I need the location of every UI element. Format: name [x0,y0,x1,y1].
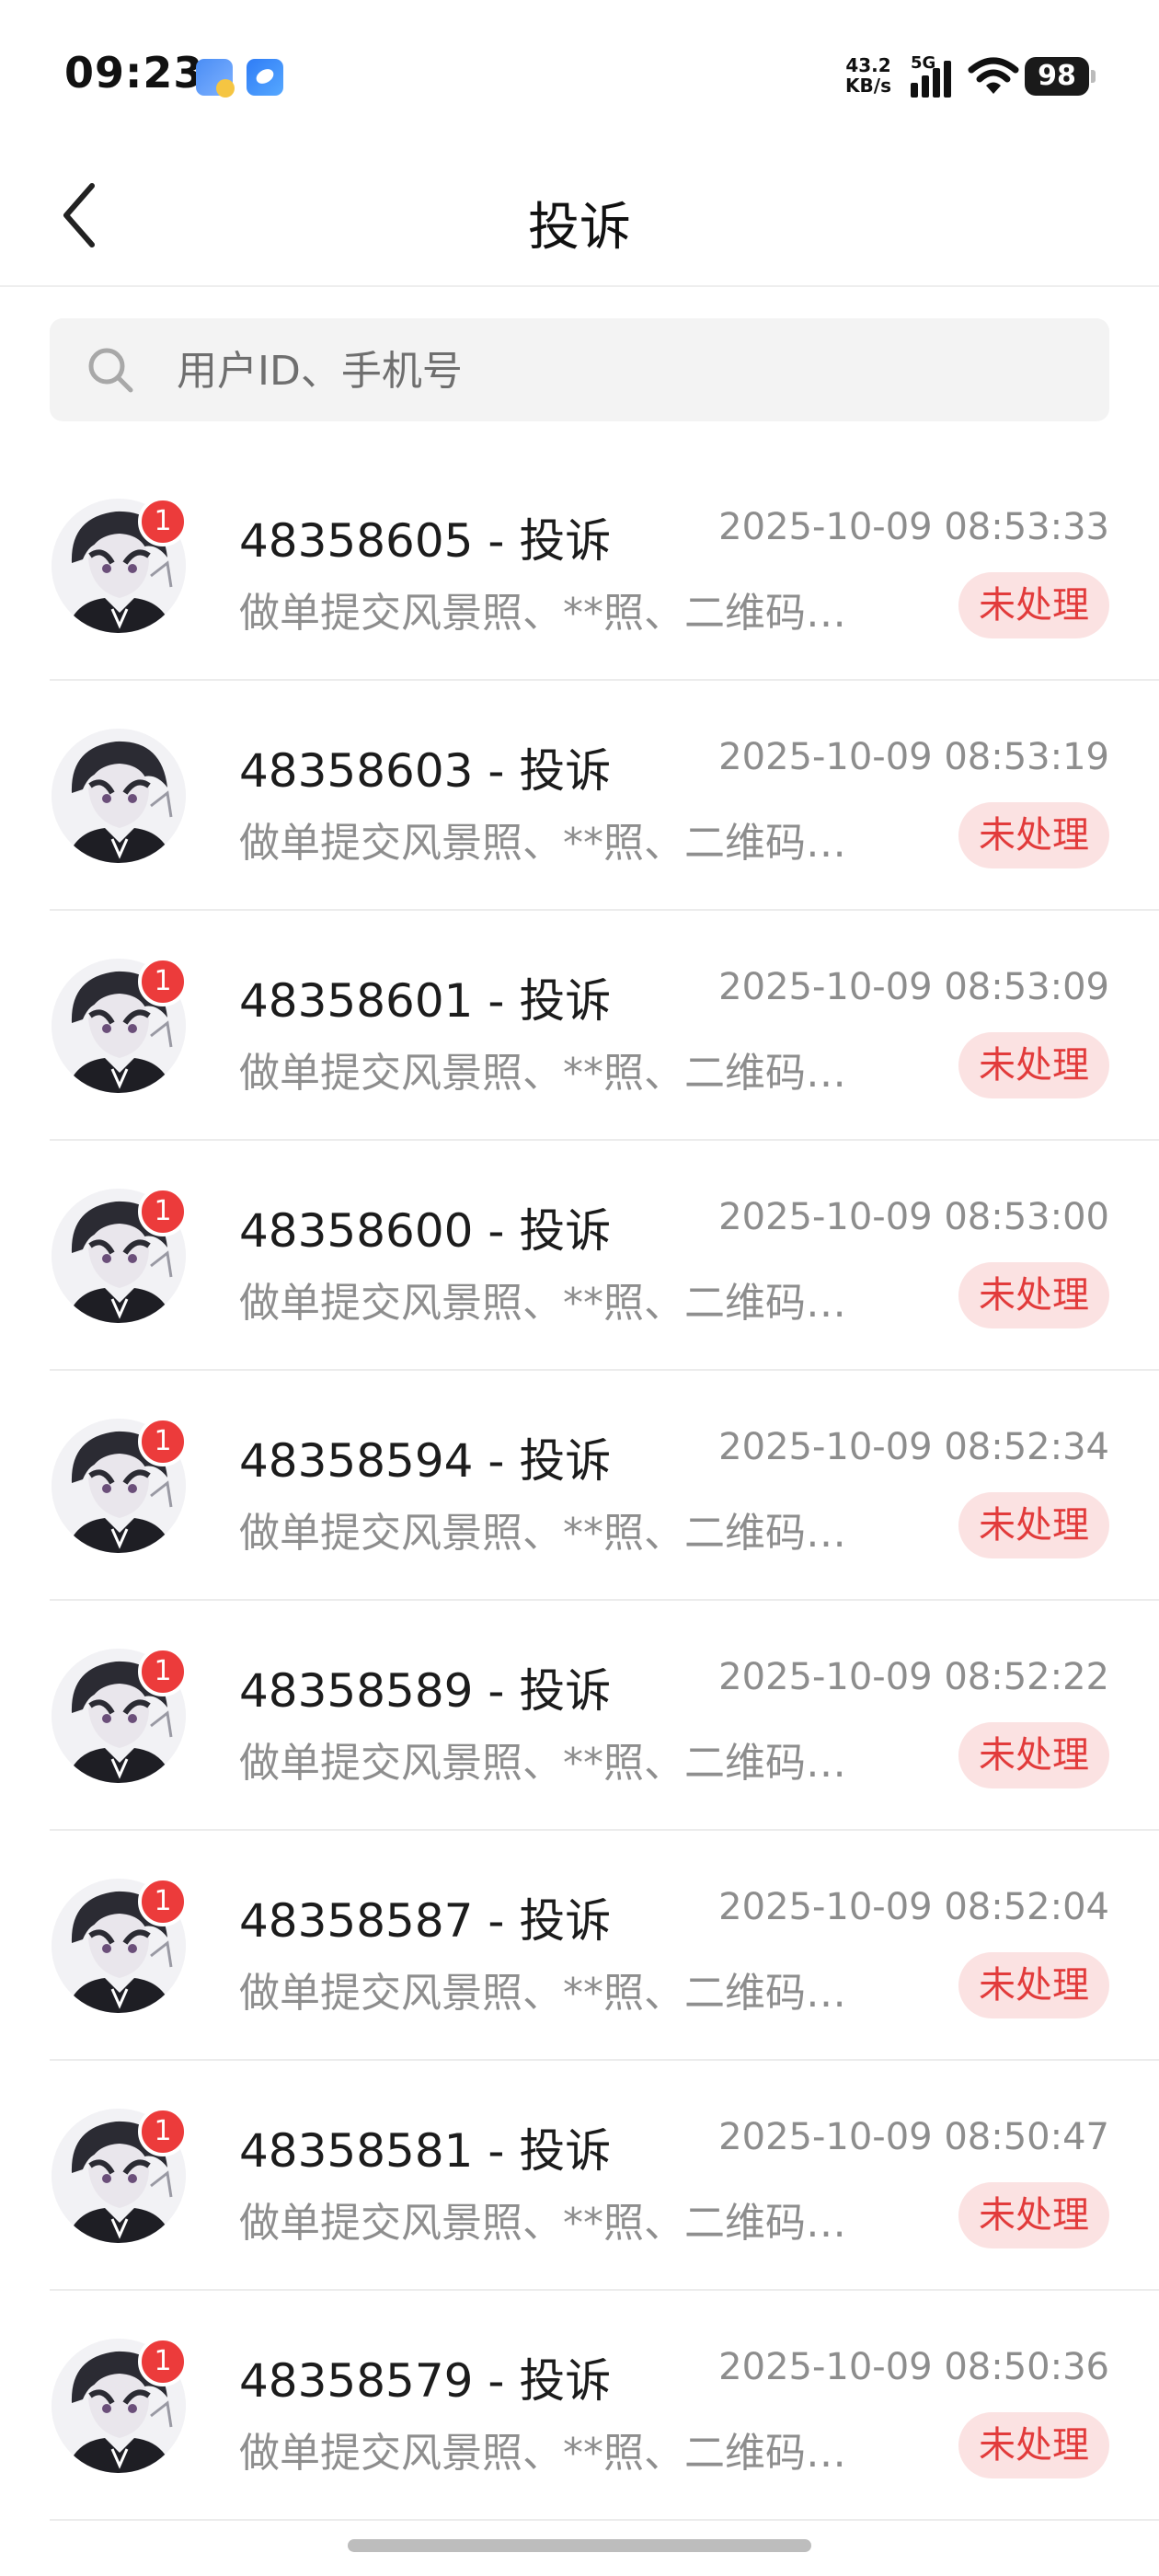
complaint-title: 48358579 - 投诉 [239,2354,612,2408]
complaint-title: 48358589 - 投诉 [239,1664,612,1718]
status-badge: 未处理 [958,1032,1109,1098]
status-badge: 未处理 [958,572,1109,638]
status-badge: 未处理 [958,2182,1109,2248]
avatar-image [52,729,186,863]
complaint-description: 做单提交风景照、**照、二维码… [239,1510,846,1557]
search-input[interactable] [175,318,1080,423]
complaint-time: 2025-10-09 08:52:34 [718,1426,1109,1468]
avatar [52,729,186,863]
home-indicator[interactable] [348,2539,811,2552]
wifi-icon [968,57,1019,94]
complaint-description: 做单提交风景照、**照、二维码… [239,1280,846,1327]
status-bar: 09:23 43.2 KB/s 5G 98 [0,0,1159,147]
complaint-time: 2025-10-09 08:50:47 [718,2116,1109,2158]
complaint-time: 2025-10-09 08:53:33 [718,506,1109,548]
list-item[interactable]: 1 48358594 - 投诉 2025-10-09 08:52:34 做单提交… [50,1371,1159,1601]
complaint-time: 2025-10-09 08:53:19 [718,736,1109,778]
unread-badge: 1 [138,957,188,1006]
complaint-title: 48358594 - 投诉 [239,1434,612,1488]
status-badge: 未处理 [958,1262,1109,1328]
unread-badge: 1 [138,1877,188,1926]
list-item[interactable]: 1 48358600 - 投诉 2025-10-09 08:53:00 做单提交… [50,1141,1159,1371]
list-item[interactable]: 1 48358587 - 投诉 2025-10-09 08:52:04 做单提交… [50,1831,1159,2061]
complaint-description: 做单提交风景照、**照、二维码… [239,590,846,637]
search-icon [88,348,133,393]
complaint-title: 48358600 - 投诉 [239,1204,612,1258]
complaint-list: 1 48358605 - 投诉 2025-10-09 08:53:33 做单提交… [0,451,1159,2521]
complaint-title: 48358601 - 投诉 [239,974,612,1028]
complaint-description: 做单提交风景照、**照、二维码… [239,820,846,867]
complaint-time: 2025-10-09 08:52:22 [718,1656,1109,1698]
unread-badge: 1 [138,1417,188,1466]
status-badge: 未处理 [958,1722,1109,1788]
network-speed-unit: KB/s [845,75,891,97]
complaint-title: 48358581 - 投诉 [239,2124,612,2178]
complaint-description: 做单提交风景照、**照、二维码… [239,2430,846,2477]
page-title: 投诉 [528,198,631,258]
list-item[interactable]: 1 48358605 - 投诉 2025-10-09 08:53:33 做单提交… [50,451,1159,681]
complaint-description: 做单提交风景照、**照、二维码… [239,1050,846,1097]
nav-header: 投诉 [0,147,1159,287]
notification-app-icon [196,59,235,98]
status-badge: 未处理 [958,2412,1109,2478]
complaint-description: 做单提交风景照、**照、二维码… [239,1970,846,2017]
search-box[interactable] [50,318,1109,423]
network-speed: 43.2 KB/s [841,55,896,96]
unread-badge: 1 [138,2337,188,2386]
complaint-description: 做单提交风景照、**照、二维码… [239,1740,846,1787]
complaint-time: 2025-10-09 08:52:04 [718,1886,1109,1928]
status-badge: 未处理 [958,1952,1109,2018]
unread-badge: 1 [138,1187,188,1236]
complaint-title: 48358605 - 投诉 [239,514,612,568]
notification-app-icon-secondary [247,59,283,96]
unread-badge: 1 [138,2107,188,2156]
status-time: 09:23 [64,48,204,98]
complaint-title: 48358603 - 投诉 [239,744,612,798]
complaint-title: 48358587 - 投诉 [239,1894,612,1948]
network-speed-value: 43.2 [845,54,891,76]
list-item[interactable]: 1 48358589 - 投诉 2025-10-09 08:52:22 做单提交… [50,1601,1159,1831]
list-item[interactable]: 48358603 - 投诉 2025-10-09 08:53:19 做单提交风景… [50,681,1159,911]
status-badge: 未处理 [958,802,1109,868]
complaint-description: 做单提交风景照、**照、二维码… [239,2200,846,2247]
complaint-time: 2025-10-09 08:53:09 [718,966,1109,1008]
unread-badge: 1 [138,497,188,546]
list-item[interactable]: 1 48358581 - 投诉 2025-10-09 08:50:47 做单提交… [50,2061,1159,2291]
list-item[interactable]: 1 48358579 - 投诉 2025-10-09 08:50:36 做单提交… [50,2291,1159,2521]
complaint-time: 2025-10-09 08:53:00 [718,1196,1109,1238]
signal-icon: 5G [911,53,957,98]
complaint-time: 2025-10-09 08:50:36 [718,2346,1109,2388]
unread-badge: 1 [138,1647,188,1696]
battery-icon: 98 [1025,57,1096,96]
status-badge: 未处理 [958,1492,1109,1558]
list-item[interactable]: 1 48358601 - 投诉 2025-10-09 08:53:09 做单提交… [50,911,1159,1141]
